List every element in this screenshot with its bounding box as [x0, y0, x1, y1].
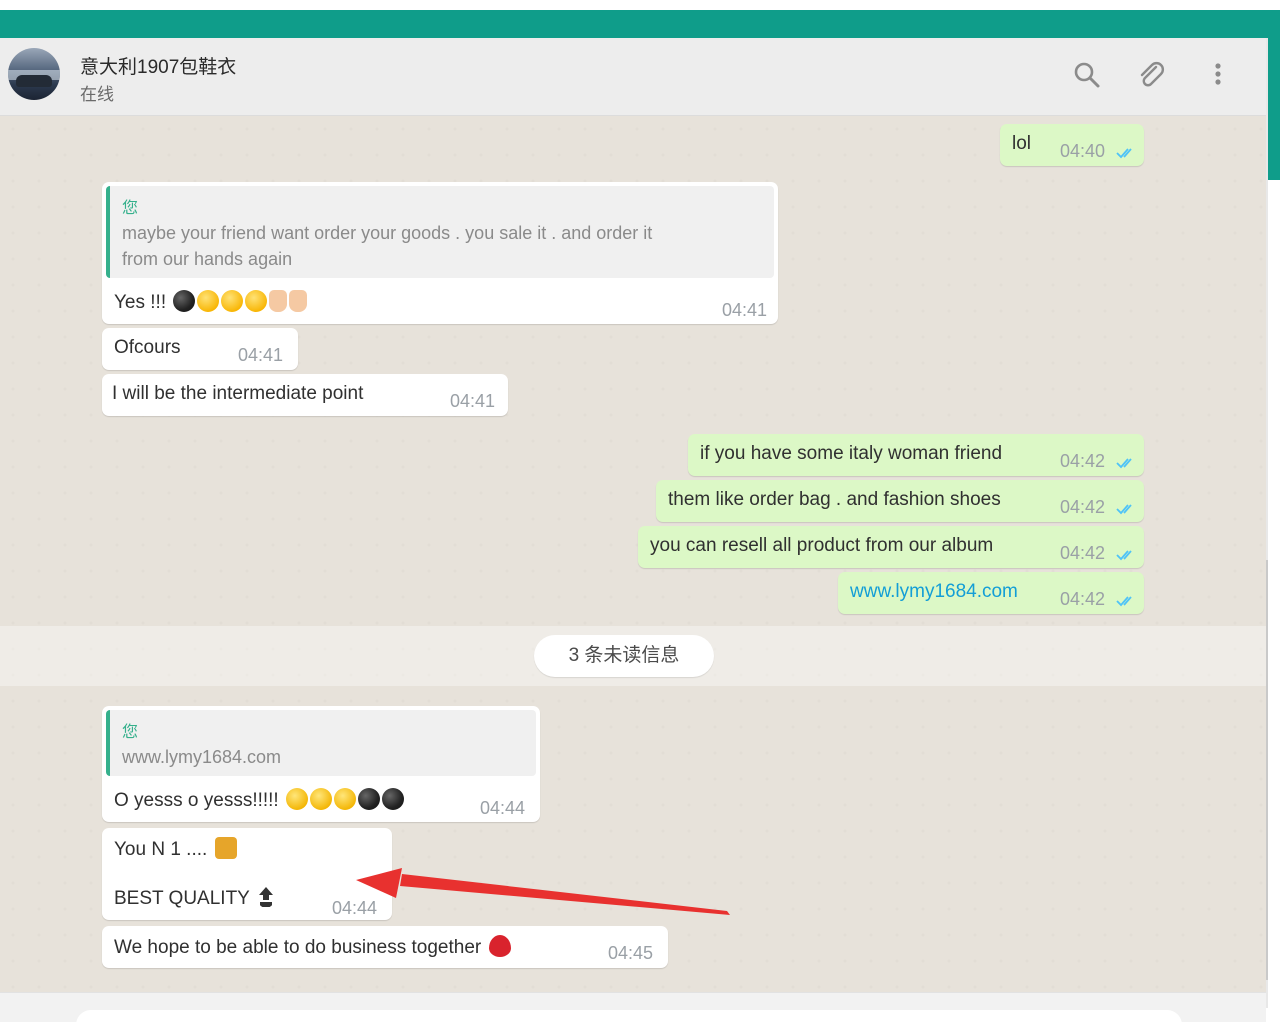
bomb-emoji-icon [382, 788, 404, 810]
search-icon[interactable] [1070, 58, 1104, 92]
message-time: 04:42 [1060, 451, 1106, 471]
message-text-row: You N 1 .... [114, 837, 237, 861]
message-time: 04:42 [1060, 589, 1106, 609]
read-ticks-icon [1116, 458, 1132, 469]
wink-emoji-icon [221, 290, 244, 312]
message-outgoing[interactable]: you can resell all product from our albu… [638, 526, 1144, 568]
quote-text: www.lymy1684.com [122, 747, 282, 767]
quoted-message[interactable]: 您 www.lymy1684.com [106, 710, 536, 776]
read-ticks-icon [1116, 550, 1132, 561]
thumbs-up-emoji-icon [269, 290, 288, 312]
contact-name[interactable]: 意大利1907包鞋衣 [80, 52, 236, 79]
chat-header: 意大利1907包鞋衣 在线 [0, 38, 1266, 116]
website-link[interactable]: www.lymy1684.com [850, 581, 1018, 603]
message-time: 04:41 [722, 300, 768, 320]
message-incoming[interactable]: You N 1 .... BEST QUALITY 04:44 [102, 828, 392, 920]
message-time: 04:42 [1060, 497, 1106, 517]
unread-count-text: 3 条未读信息 [568, 645, 680, 666]
wink-emoji-icon [245, 290, 268, 312]
message-time: 04:41 [450, 391, 496, 411]
message-text: them like order bag . and fashion shoes [668, 489, 1001, 510]
message-incoming[interactable]: We hope to be able to do business togeth… [102, 926, 668, 968]
message-text: We hope to be able to do business togeth… [114, 937, 482, 958]
message-outgoing[interactable]: if you have some italy woman friend 04:4… [688, 434, 1144, 476]
read-ticks-icon [1116, 148, 1132, 159]
smile-emoji-icon [334, 788, 356, 810]
quote-author: 您 [122, 200, 139, 217]
right-accent-bar [1268, 38, 1280, 180]
message-time: 04:40 [1060, 141, 1106, 161]
contact-avatar[interactable] [8, 48, 60, 100]
message-time: 04:44 [480, 798, 526, 818]
bomb-emoji-icon [173, 290, 196, 312]
quote-text: maybe your friend want order your goods … [122, 223, 653, 269]
unread-divider: 3 条未读信息 [0, 626, 1266, 686]
message-text: Ofcours [114, 337, 181, 358]
message-text-row: We hope to be able to do business togeth… [114, 935, 511, 959]
message-time: 04:45 [608, 943, 654, 963]
smile-emoji-icon [310, 788, 332, 810]
message-incoming[interactable]: I will be the intermediate point 04:41 [102, 374, 508, 416]
read-ticks-icon [1116, 596, 1132, 607]
unread-count-pill: 3 条未读信息 [534, 635, 714, 677]
message-text: lol [1012, 133, 1032, 154]
message-input[interactable] [76, 1010, 1182, 1022]
message-text: I will be the intermediate point [112, 383, 364, 404]
kebab-menu-icon[interactable] [1202, 58, 1236, 92]
message-text-row: Yes !!! [114, 290, 308, 314]
chat-area[interactable]: lol 04:40 您 maybe your friend want order… [0, 116, 1266, 992]
crown-emoji-icon [214, 837, 237, 859]
message-text: You N 1 .... [114, 839, 208, 860]
quote-author: 您 [122, 724, 139, 741]
message-time: 04:42 [1060, 543, 1106, 563]
message-time: 04:41 [238, 345, 284, 365]
bomb-emoji-icon [358, 788, 380, 810]
paperclip-icon[interactable] [1134, 58, 1168, 92]
message-incoming[interactable]: Ofcours 04:41 [102, 328, 298, 370]
message-incoming-reply[interactable]: 您 www.lymy1684.com O yesss o yesss!!!!! … [102, 706, 540, 822]
message-time: 04:44 [332, 898, 378, 918]
wink-emoji-icon [197, 290, 220, 312]
message-text: Yes !!! [114, 292, 167, 313]
message-text-row: BEST QUALITY [114, 886, 275, 910]
contact-status: 在线 [80, 85, 114, 104]
message-text: O yesss o yesss!!!!! [114, 790, 279, 811]
top-arrow-emoji-icon [258, 887, 273, 907]
message-outgoing[interactable]: lol 04:40 [1000, 124, 1144, 166]
message-outgoing[interactable]: them like order bag . and fashion shoes … [656, 480, 1144, 522]
message-outgoing-link[interactable]: www.lymy1684.com 04:42 [838, 572, 1144, 614]
read-ticks-icon [1116, 504, 1132, 515]
message-text: you can resell all product from our albu… [650, 535, 994, 556]
message-text-row: O yesss o yesss!!!!! [114, 788, 404, 812]
quoted-message[interactable]: 您 maybe your friend want order your good… [106, 186, 774, 278]
message-incoming-reply[interactable]: 您 maybe your friend want order your good… [102, 182, 778, 324]
message-text: if you have some italy woman friend [700, 443, 1003, 464]
thumbs-up-emoji-icon [289, 290, 308, 312]
heart-emoji-icon [488, 935, 511, 957]
smile-emoji-icon [286, 788, 308, 810]
message-text-second-line: BEST QUALITY [114, 888, 250, 909]
window-top-bar [0, 0, 1280, 38]
